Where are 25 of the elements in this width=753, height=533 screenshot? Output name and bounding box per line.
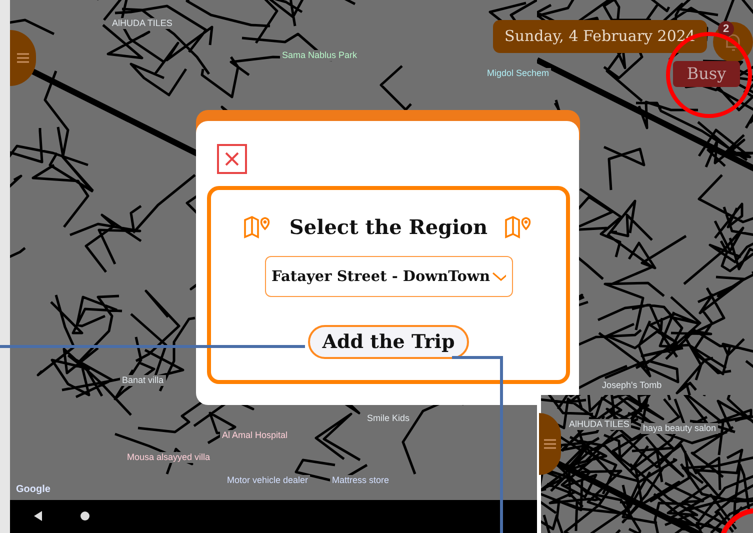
close-button[interactable]: [217, 144, 247, 174]
map-label: haya beauty salon: [641, 423, 718, 434]
chevron-down-icon: [492, 272, 506, 282]
map-label: Migdol Sechem: [485, 68, 552, 79]
map-label: AlHUDA TILES: [567, 419, 632, 430]
bell-icon: [724, 32, 742, 52]
region-dropdown[interactable]: Fatayer Street - DownTown: [264, 256, 512, 297]
home-icon[interactable]: [80, 511, 90, 521]
map-label: Banat villa: [120, 375, 166, 386]
back-icon[interactable]: [33, 510, 43, 522]
map-label: Smile Kids: [365, 413, 412, 424]
add-trip-button[interactable]: Add the Trip: [308, 325, 469, 359]
map-label: Sama Nablus Park: [280, 50, 360, 61]
map-label: Motor vehicle dealer: [225, 475, 310, 486]
map-label: Joseph's Tomb: [600, 380, 664, 391]
menu-icon[interactable]: [544, 439, 556, 449]
menu-icon[interactable]: [17, 53, 29, 63]
map-label: AlHUDA TILES: [110, 18, 174, 29]
map-label: Mattress store: [330, 475, 392, 486]
dialog-title: Select the Region: [289, 214, 488, 241]
close-icon: [224, 151, 240, 167]
map-label: Mousa alsayyed villa: [125, 452, 212, 463]
map-attribution: Google: [14, 484, 52, 495]
status-button[interactable]: Busy: [673, 61, 740, 87]
map-label: Al Amal Hospital: [220, 430, 290, 441]
